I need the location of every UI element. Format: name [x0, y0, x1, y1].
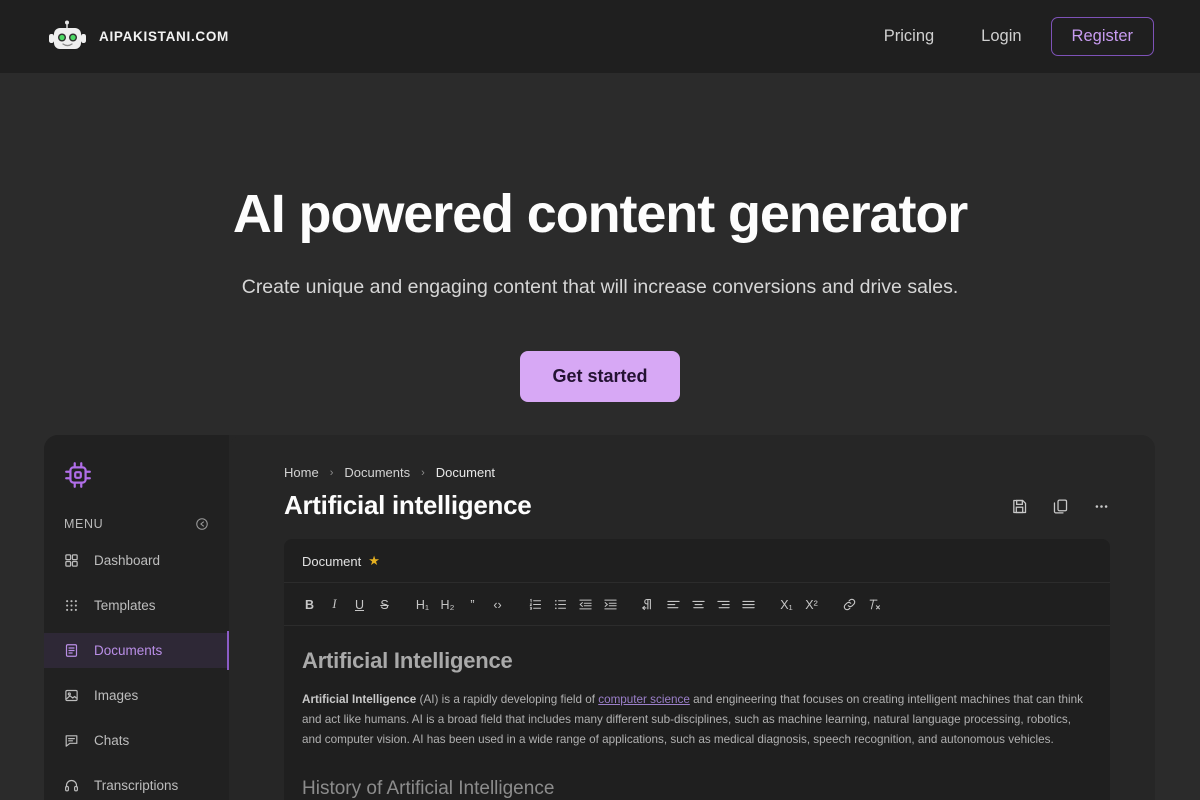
copy-pages-icon[interactable]	[1052, 498, 1069, 515]
editor-toolbar: B I U S H₁ H₂ ” ‹› X₁ X²	[284, 583, 1110, 626]
breadcrumb-item-document[interactable]: Document	[436, 465, 495, 480]
align-justify-button[interactable]	[739, 595, 758, 614]
bold-button[interactable]: B	[300, 595, 319, 614]
app-preview-panel: MENU Dashboard Templates Documents Image…	[44, 435, 1155, 800]
sidebar-item-label: Transcriptions	[94, 778, 179, 793]
toolbar-group-text-style: B I U S	[300, 595, 394, 614]
subscript-button[interactable]: X₁	[777, 595, 796, 614]
hero-section: AI powered content generator Create uniq…	[0, 73, 1200, 435]
bullet-list-button[interactable]	[551, 595, 570, 614]
nav-link-login[interactable]: Login	[963, 19, 1039, 54]
heading-2-button[interactable]: H₂	[438, 595, 457, 614]
toolbar-group-alignment	[639, 595, 758, 614]
editor-tabbar: Document ★	[284, 539, 1110, 583]
brand-name: AIPAKISTANI.COM	[99, 29, 229, 44]
sidebar-item-label: Documents	[94, 643, 163, 658]
document-actions	[1011, 498, 1110, 521]
sidebar-item-chats[interactable]: Chats	[44, 723, 229, 758]
sidebar-item-templates[interactable]: Templates	[44, 588, 229, 623]
content-heading-2: History of Artificial Intelligence	[302, 778, 555, 800]
sidebar-item-label: Images	[94, 688, 139, 703]
nav-link-pricing[interactable]: Pricing	[866, 19, 952, 54]
breadcrumb: Home › Documents › Document	[284, 465, 1110, 480]
toolbar-group-script: X₁ X²	[777, 595, 821, 614]
sidebar-item-label: Templates	[94, 598, 156, 613]
breadcrumb-item-documents[interactable]: Documents	[344, 465, 410, 480]
nav-links: Pricing Login Register	[866, 17, 1154, 56]
headphones-icon	[64, 778, 79, 793]
collapse-panel-icon[interactable]	[195, 517, 209, 531]
app-logo[interactable]	[44, 453, 229, 489]
toolbar-group-tools	[840, 595, 884, 614]
app-main-content: Home › Documents › Document Artificial i…	[229, 435, 1155, 800]
menu-header: MENU	[44, 517, 229, 531]
tab-label: Document	[302, 553, 362, 569]
document-editor: Document ★ B I U S H₁ H₂ ” ‹› X₁ X² Arti…	[284, 539, 1110, 800]
ordered-list-button[interactable]	[526, 595, 545, 614]
dashboard-grid-icon	[64, 553, 79, 568]
robot-head-icon	[46, 20, 90, 54]
align-center-button[interactable]	[689, 595, 708, 614]
document-header: Artificial intelligence	[284, 490, 1110, 521]
cpu-chip-icon	[64, 461, 229, 489]
page-title: AI powered content generator	[232, 184, 968, 244]
code-block-button[interactable]: ‹›	[488, 595, 507, 614]
sidebar-item-images[interactable]: Images	[44, 678, 229, 713]
blockquote-button[interactable]: ”	[463, 595, 482, 614]
top-navigation-bar: AIPAKISTANI.COM Pricing Login Register	[0, 0, 1200, 73]
italic-button[interactable]: I	[325, 595, 344, 614]
computer-science-link[interactable]: computer science	[598, 693, 690, 706]
templates-dots-icon	[64, 598, 79, 613]
heading-1-button[interactable]: H₁	[413, 595, 432, 614]
brand-logo[interactable]: AIPAKISTANI.COM	[46, 20, 229, 54]
sidebar-item-label: Dashboard	[94, 553, 161, 568]
image-icon	[64, 688, 79, 703]
sidebar-item-label: Chats	[94, 733, 130, 748]
star-icon[interactable]: ★	[368, 553, 380, 569]
strikethrough-button[interactable]: S	[375, 595, 394, 614]
align-left-button[interactable]	[664, 595, 683, 614]
paragraph-text-1: (AI) is a rapidly developing field of	[416, 693, 599, 706]
menu-label: MENU	[64, 517, 104, 531]
sidebar-item-dashboard[interactable]: Dashboard	[44, 543, 229, 578]
align-right-button[interactable]	[714, 595, 733, 614]
hero-subtitle: Create unique and engaging content that …	[241, 276, 959, 298]
clear-formatting-button[interactable]	[865, 595, 884, 614]
editor-content[interactable]: Artificial Intelligence Artificial Intel…	[284, 626, 1110, 800]
breadcrumb-separator-icon: ›	[421, 466, 425, 479]
breadcrumb-separator-icon: ›	[329, 466, 334, 479]
sidebar-item-documents[interactable]: Documents	[44, 631, 229, 670]
indent-button[interactable]	[601, 595, 620, 614]
content-paragraph: Artificial Intelligence (AI) is a rapidl…	[302, 690, 1088, 750]
toolbar-group-lists	[526, 595, 620, 614]
content-heading-1: Artificial Intelligence	[302, 648, 513, 673]
sidebar-nav: Dashboard Templates Documents Images Cha…	[44, 543, 229, 800]
chat-icon	[64, 733, 79, 748]
underline-button[interactable]: U	[350, 595, 369, 614]
outdent-button[interactable]	[576, 595, 595, 614]
text-direction-button[interactable]	[639, 595, 658, 614]
ellipsis-icon[interactable]	[1093, 498, 1110, 515]
get-started-button[interactable]: Get started	[520, 351, 680, 402]
toolbar-group-blocks: H₁ H₂ ” ‹›	[413, 595, 507, 614]
document-title: Artificial intelligence	[284, 490, 532, 520]
register-button[interactable]: Register	[1050, 17, 1154, 56]
insert-link-button[interactable]	[840, 595, 859, 614]
sidebar: MENU Dashboard Templates Documents Image…	[44, 435, 229, 800]
document-icon	[64, 643, 79, 658]
paragraph-lead-bold: Artificial Intelligence	[302, 693, 417, 706]
tab-document[interactable]: Document ★	[302, 553, 380, 569]
breadcrumb-item-home[interactable]: Home	[284, 465, 319, 480]
sidebar-item-transcriptions[interactable]: Transcriptions	[44, 768, 229, 800]
superscript-button[interactable]: X²	[802, 595, 821, 614]
save-floppy-icon[interactable]	[1011, 498, 1028, 515]
